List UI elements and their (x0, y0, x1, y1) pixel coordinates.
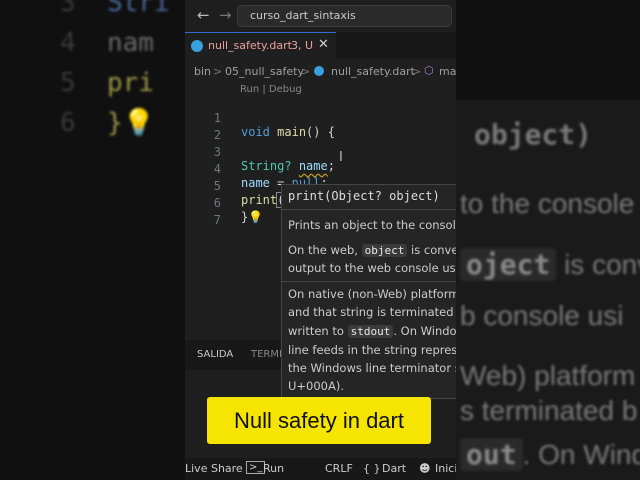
bg-fragment: out (460, 438, 523, 471)
hover-text: and that string is terminated b (288, 305, 456, 319)
codelens-run-debug[interactable]: Run | Debug (240, 84, 302, 95)
bg-fragment-row: out. On Windo (460, 438, 640, 471)
status-live-share[interactable]: Live Share (185, 462, 243, 475)
braces-icon: { } (363, 462, 381, 475)
copilot-icon: ☻ (419, 462, 431, 475)
title-bar: ← → curso_dart_sintaxis (185, 0, 456, 32)
caption-banner: Null safety in dart (207, 397, 431, 444)
hover-text: line feeds in the string represe (288, 343, 456, 357)
inline-code: object (361, 244, 408, 257)
text-cursor-icon: I (339, 150, 343, 165)
bottom-panel-tabs: SALIDA TERMI (185, 340, 282, 370)
tab-label: null_safety.dart (208, 39, 292, 52)
hover-text: Prints an object to the console (288, 218, 456, 232)
code-line-1[interactable]: 1 void main() { (185, 97, 456, 139)
tab-bar: null_safety.dart 3, U ✕ (185, 32, 456, 59)
bg-fragment: b console usi (460, 300, 624, 331)
status-run[interactable]: Run (263, 462, 284, 475)
bg-fragment-row: oject is conve (460, 248, 640, 281)
status-bar: Live Share >_ Run CRLF { } Dart ☻ Inici (185, 458, 456, 480)
status-copilot[interactable]: Inici (435, 462, 456, 475)
breadcrumb-item-bin[interactable]: bin (194, 65, 211, 78)
arrow-left-icon[interactable]: ← (197, 6, 210, 24)
hover-text: On the web, (288, 243, 358, 257)
bg-fragment: object) (474, 118, 593, 151)
dart-icon (314, 66, 324, 76)
command-center-search[interactable]: curso_dart_sintaxis (237, 5, 452, 27)
bg-fragment: s terminated b (460, 395, 638, 426)
method-icon: ⬡ (424, 64, 434, 77)
hover-text: is conve (411, 243, 456, 257)
tab-problems-status: 3, U (291, 39, 314, 52)
background-left-blurred: 3 Stri 4 nam 5 pri 6 }💡 (0, 0, 185, 480)
hover-text: the Windows line terminator s (288, 361, 456, 375)
bg-fragment: Web) platform (460, 360, 636, 391)
bg-fragment: is conve (564, 249, 640, 280)
chevron-right-icon: > (213, 65, 223, 78)
chevron-right-icon: > (301, 65, 311, 78)
hover-text: output to the web console usi (288, 261, 456, 275)
breadcrumb-item-symbol[interactable]: ma (439, 65, 456, 78)
code-line-4[interactable]: 4 name = null; (185, 148, 456, 190)
breadcrumb-item-file[interactable]: null_safety.dart (331, 65, 415, 78)
tab-null-safety[interactable]: null_safety.dart 3, U ✕ (185, 32, 336, 59)
status-language[interactable]: Dart (382, 462, 406, 475)
breadcrumb-item-folder[interactable]: 05_null_safety (225, 65, 304, 78)
dart-icon (191, 40, 203, 52)
hover-text: written to (288, 324, 344, 338)
line-number: 7 (213, 213, 221, 227)
bg-fragment: oject (460, 248, 557, 281)
background-right-blurred: object) to the console oject is conve b … (456, 0, 640, 480)
divider (282, 281, 456, 282)
hover-text: written to stdout. On Windo (288, 322, 456, 341)
code-line-3[interactable]: 3 String? name; (185, 131, 456, 173)
inline-code: stdout (347, 325, 394, 338)
bg-fragment: . On Windo (522, 439, 640, 470)
close-icon[interactable]: ✕ (318, 37, 329, 52)
status-eol[interactable]: CRLF (325, 462, 353, 475)
code-line-5[interactable]: 5 print() (185, 165, 456, 208)
bg-line-3: 3 Stri (60, 0, 170, 18)
hover-text: . On Windo (393, 324, 456, 338)
hover-text: On the web, object is conve (288, 241, 456, 260)
bg-line-5: 5 pri (60, 68, 154, 98)
bg-fragment: to the console (460, 188, 635, 219)
tab-output[interactable]: SALIDA (197, 349, 233, 360)
bg-line-6: 6 }💡 (60, 108, 155, 138)
tab-terminal[interactable]: TERMI (251, 349, 282, 360)
chevron-right-icon: > (412, 65, 422, 78)
bg-line-4: 4 nam (60, 28, 154, 58)
code-line-2[interactable]: 2 (185, 114, 456, 142)
breadcrumb: bin > 05_null_safety > null_safety.dart … (185, 59, 456, 83)
arrow-right-icon[interactable]: → (219, 6, 232, 24)
hover-tooltip: print(Object? object) Prints an object t… (281, 184, 456, 399)
hover-text: On native (non-Web) platform (288, 287, 456, 301)
divider (282, 209, 456, 210)
hover-text: U+000A). (288, 379, 345, 393)
hover-signature: print(Object? object) (288, 189, 440, 203)
